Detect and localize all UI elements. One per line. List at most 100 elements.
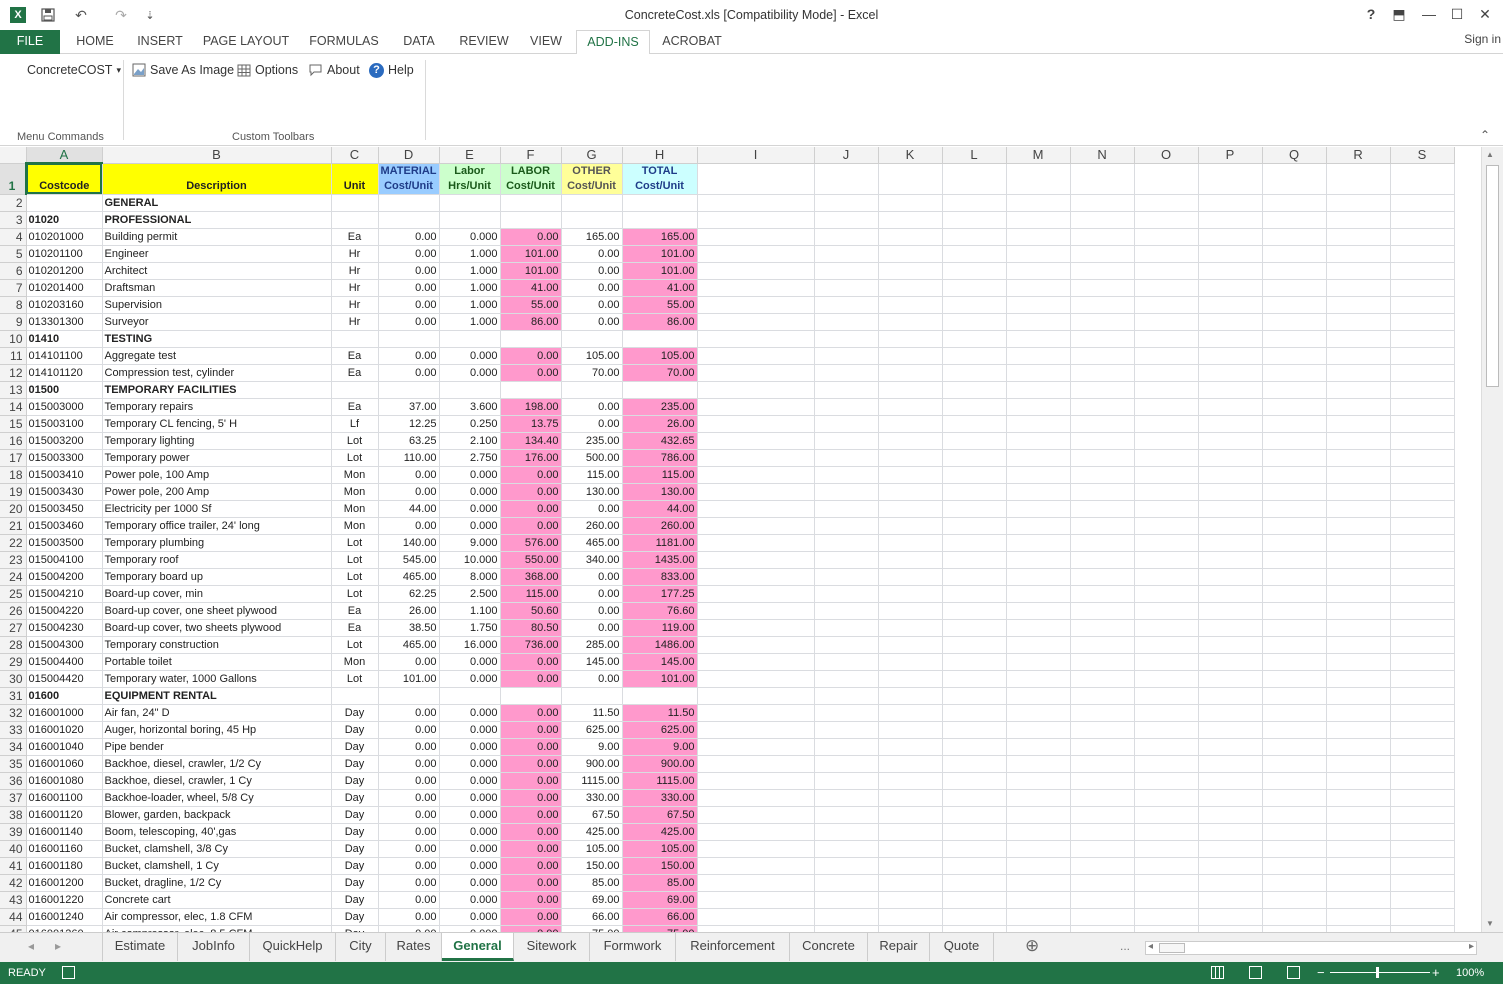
cell-empty[interactable]: [1390, 364, 1455, 382]
cell-b[interactable]: Board-up cover, min: [102, 585, 332, 603]
cell-empty[interactable]: [1262, 874, 1327, 892]
cell-d[interactable]: 0.00: [378, 823, 440, 841]
zoom-in-button[interactable]: +: [1432, 965, 1440, 980]
cell-g[interactable]: 0.00: [561, 313, 623, 331]
cell-g[interactable]: 0.00: [561, 619, 623, 637]
cell-empty[interactable]: [878, 874, 943, 892]
cell-empty[interactable]: [942, 466, 1007, 484]
cell-h[interactable]: 105.00: [622, 347, 698, 365]
cell-e[interactable]: 0.000: [439, 789, 501, 807]
cell-f[interactable]: [500, 211, 562, 229]
cell-g[interactable]: 9.00: [561, 738, 623, 756]
cell-empty[interactable]: [942, 262, 1007, 280]
cell-empty[interactable]: [697, 364, 815, 382]
cell-empty[interactable]: [1326, 602, 1391, 620]
cell-empty[interactable]: [814, 483, 879, 501]
cell-b[interactable]: Aggregate test: [102, 347, 332, 365]
cell-empty[interactable]: [1326, 891, 1391, 909]
cell-empty[interactable]: [878, 194, 943, 212]
cell-empty[interactable]: [697, 381, 815, 399]
cell-e[interactable]: 9.000: [439, 534, 501, 552]
sheet-tab-reinforcement[interactable]: Reinforcement: [676, 933, 790, 961]
cell-empty[interactable]: [814, 585, 879, 603]
sheet-tab-quickhelp[interactable]: QuickHelp: [250, 933, 336, 961]
cell-empty[interactable]: [1390, 789, 1455, 807]
cell-b[interactable]: Temporary construction: [102, 636, 332, 654]
cell-empty[interactable]: [814, 313, 879, 331]
row-header[interactable]: 39: [0, 823, 27, 841]
cell-empty[interactable]: [1006, 415, 1071, 433]
cell-empty[interactable]: [1326, 381, 1391, 399]
cell-empty[interactable]: [1390, 228, 1455, 246]
cell-empty[interactable]: [878, 551, 943, 569]
cell-empty[interactable]: [1198, 211, 1263, 229]
cell-a[interactable]: 015003460: [26, 517, 103, 535]
tab-home[interactable]: HOME: [64, 30, 126, 54]
cell-empty[interactable]: [814, 330, 879, 348]
cell-f[interactable]: 0.00: [500, 364, 562, 382]
tab-view[interactable]: VIEW: [522, 30, 570, 54]
cell-empty[interactable]: [697, 670, 815, 688]
cell-empty[interactable]: [697, 483, 815, 501]
cell-empty[interactable]: [1390, 840, 1455, 858]
cell-empty[interactable]: [878, 619, 943, 637]
cell-h[interactable]: 165.00: [622, 228, 698, 246]
cell-e[interactable]: 1.000: [439, 296, 501, 314]
cell-g[interactable]: 145.00: [561, 653, 623, 671]
cell-b[interactable]: Portable toilet: [102, 653, 332, 671]
cell-b[interactable]: Surveyor: [102, 313, 332, 331]
cell-empty[interactable]: [942, 823, 1007, 841]
cell-empty[interactable]: [814, 857, 879, 875]
cell-b[interactable]: Temporary repairs: [102, 398, 332, 416]
cell-empty[interactable]: [1262, 194, 1327, 212]
cell-b[interactable]: Pipe bender: [102, 738, 332, 756]
cell-empty[interactable]: [1070, 483, 1135, 501]
cell-f[interactable]: 0.00: [500, 653, 562, 671]
cell-labor-hrs-header[interactable]: Labor Hrs/Unit: [439, 163, 501, 195]
cell-a[interactable]: 016001000: [26, 704, 103, 722]
cell-empty[interactable]: [1006, 296, 1071, 314]
cell-c[interactable]: Lot: [331, 568, 379, 586]
options-button[interactable]: Options: [237, 60, 298, 80]
cell-empty[interactable]: [1390, 585, 1455, 603]
cell-f[interactable]: 736.00: [500, 636, 562, 654]
cell-f[interactable]: 0.00: [500, 670, 562, 688]
cell-empty[interactable]: [814, 738, 879, 756]
cell-g[interactable]: 1115.00: [561, 772, 623, 790]
cell-c[interactable]: Ea: [331, 619, 379, 637]
cell-empty[interactable]: [814, 568, 879, 586]
close-button[interactable]: ✕: [1472, 4, 1498, 24]
cell-empty[interactable]: [1262, 313, 1327, 331]
cell-g[interactable]: 11.50: [561, 704, 623, 722]
cell-empty[interactable]: [878, 670, 943, 688]
cell-empty[interactable]: [1390, 194, 1455, 212]
cell-empty[interactable]: [1006, 262, 1071, 280]
cell-empty[interactable]: [697, 721, 815, 739]
cell-empty[interactable]: [697, 806, 815, 824]
cell-empty[interactable]: [697, 194, 815, 212]
cell-e[interactable]: 2.500: [439, 585, 501, 603]
cell-e[interactable]: 1.000: [439, 279, 501, 297]
cell-empty[interactable]: [697, 874, 815, 892]
cell-empty[interactable]: [1326, 568, 1391, 586]
row-header[interactable]: 15: [0, 415, 27, 433]
cell-empty[interactable]: [942, 874, 1007, 892]
cell-h[interactable]: 44.00: [622, 500, 698, 518]
cell-d[interactable]: 0.00: [378, 874, 440, 892]
cell-empty[interactable]: [697, 432, 815, 450]
cell-empty[interactable]: [1326, 228, 1391, 246]
cell-empty[interactable]: [1070, 891, 1135, 909]
cell-empty[interactable]: [878, 602, 943, 620]
cell-empty[interactable]: [1198, 313, 1263, 331]
cell-empty[interactable]: [1326, 466, 1391, 484]
cell-c[interactable]: Day: [331, 891, 379, 909]
cell-empty[interactable]: [878, 381, 943, 399]
cell-f[interactable]: 134.40: [500, 432, 562, 450]
cell-empty[interactable]: [697, 840, 815, 858]
cell-empty[interactable]: [814, 840, 879, 858]
cell-b[interactable]: Bucket, dragline, 1/2 Cy: [102, 874, 332, 892]
cell-empty[interactable]: [1134, 398, 1199, 416]
cell-empty[interactable]: [697, 534, 815, 552]
cell-e[interactable]: 0.000: [439, 755, 501, 773]
cell-empty[interactable]: [1326, 636, 1391, 654]
